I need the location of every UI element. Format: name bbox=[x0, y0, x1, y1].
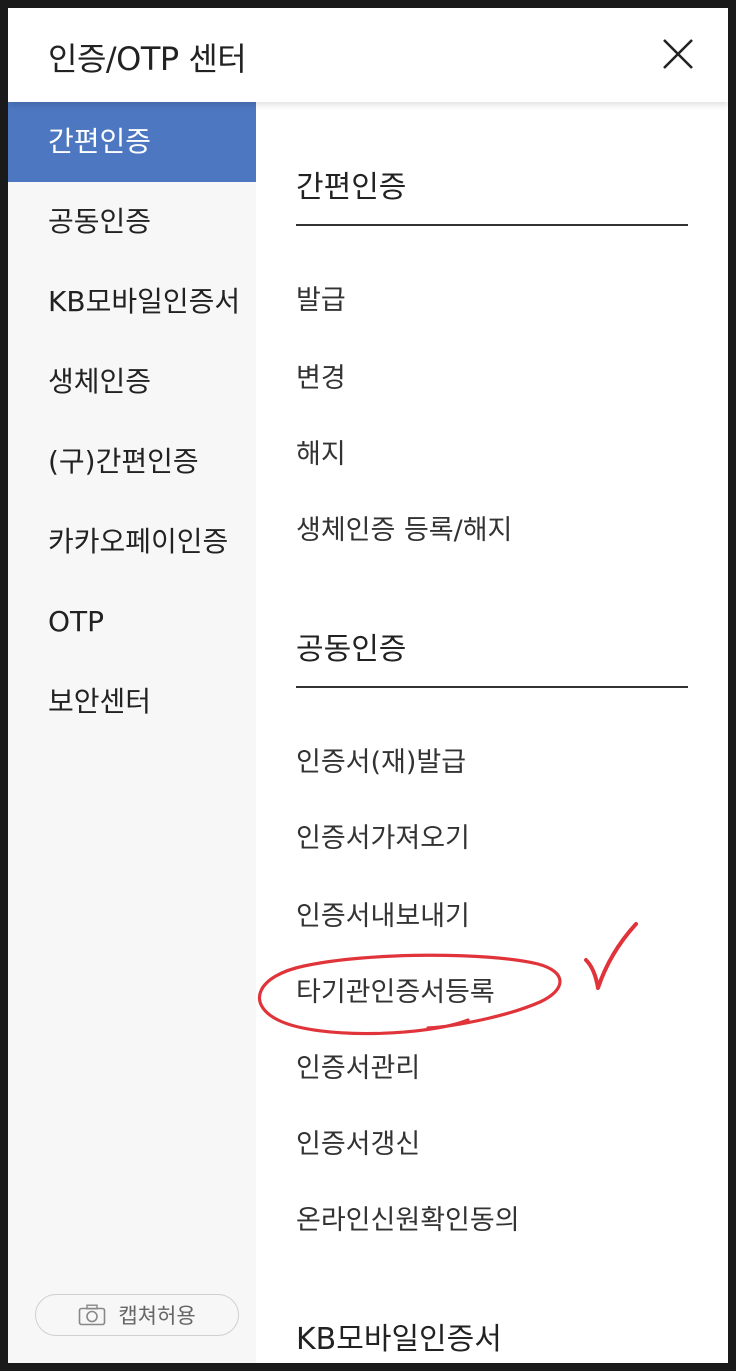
menu-item-other-cert-register[interactable]: 타기관인증서등록 bbox=[296, 970, 495, 1009]
sidebar-item-otp[interactable]: OTP bbox=[8, 582, 256, 662]
menu-item-cert-import[interactable]: 인증서가져오기 bbox=[296, 816, 470, 855]
section-divider bbox=[296, 224, 688, 226]
section-title-joint-cert: 공동인증 bbox=[296, 632, 407, 667]
menu-item-cert-renew[interactable]: 인증서갱신 bbox=[296, 1122, 420, 1161]
capture-allow-button[interactable]: 캡쳐허용 bbox=[35, 1294, 239, 1336]
sidebar: 간편인증 공동인증 KB모바일인증서 생체인증 (구)간편인증 카카오페이인증 … bbox=[8, 102, 256, 1363]
section-title-kb-mobile-cert: KB모바일인증서 bbox=[296, 1322, 502, 1357]
sidebar-item-simple-auth[interactable]: 간편인증 bbox=[8, 102, 256, 182]
menu-item-issue[interactable]: 발급 bbox=[296, 278, 346, 317]
capture-allow-label: 캡쳐허용 bbox=[118, 1304, 196, 1328]
menu-item-cert-issue[interactable]: 인증서(재)발급 bbox=[296, 740, 466, 779]
menu-item-cert-manage[interactable]: 인증서관리 bbox=[296, 1046, 420, 1085]
menu-item-online-id-consent[interactable]: 온라인신원확인동의 bbox=[296, 1198, 520, 1237]
sidebar-item-kakaopay[interactable]: 카카오페이인증 bbox=[8, 502, 256, 582]
menu-item-change[interactable]: 변경 bbox=[296, 356, 346, 395]
sidebar-item-kb-mobile-cert[interactable]: KB모바일인증서 bbox=[8, 262, 256, 342]
menu-item-cancel[interactable]: 해지 bbox=[296, 432, 346, 471]
sidebar-item-biometric[interactable]: 생체인증 bbox=[8, 342, 256, 422]
menu-item-biometric-register[interactable]: 생체인증 등록/해지 bbox=[296, 508, 512, 547]
close-button[interactable] bbox=[658, 34, 698, 74]
menu-content: 간편인증 발급 변경 해지 생체인증 등록/해지 공동인증 인증서(재)발급 인… bbox=[256, 102, 728, 1363]
section-title-simple-auth: 간편인증 bbox=[296, 170, 407, 205]
header: 인증/OTP 센터 bbox=[8, 8, 728, 102]
camera-icon bbox=[79, 1304, 106, 1326]
sidebar-item-old-simple-auth[interactable]: (구)간편인증 bbox=[8, 422, 256, 502]
close-icon bbox=[663, 39, 693, 69]
modal-frame: 인증/OTP 센터 간편인증 공동인증 KB모바일인증서 생체인증 (구)간편인… bbox=[8, 8, 728, 1363]
page-title: 인증/OTP 센터 bbox=[48, 40, 247, 78]
sidebar-item-joint-cert[interactable]: 공동인증 bbox=[8, 182, 256, 262]
menu-item-cert-export[interactable]: 인증서내보내기 bbox=[296, 894, 470, 933]
section-divider bbox=[296, 686, 688, 688]
sidebar-item-security-center[interactable]: 보안센터 bbox=[8, 662, 256, 742]
